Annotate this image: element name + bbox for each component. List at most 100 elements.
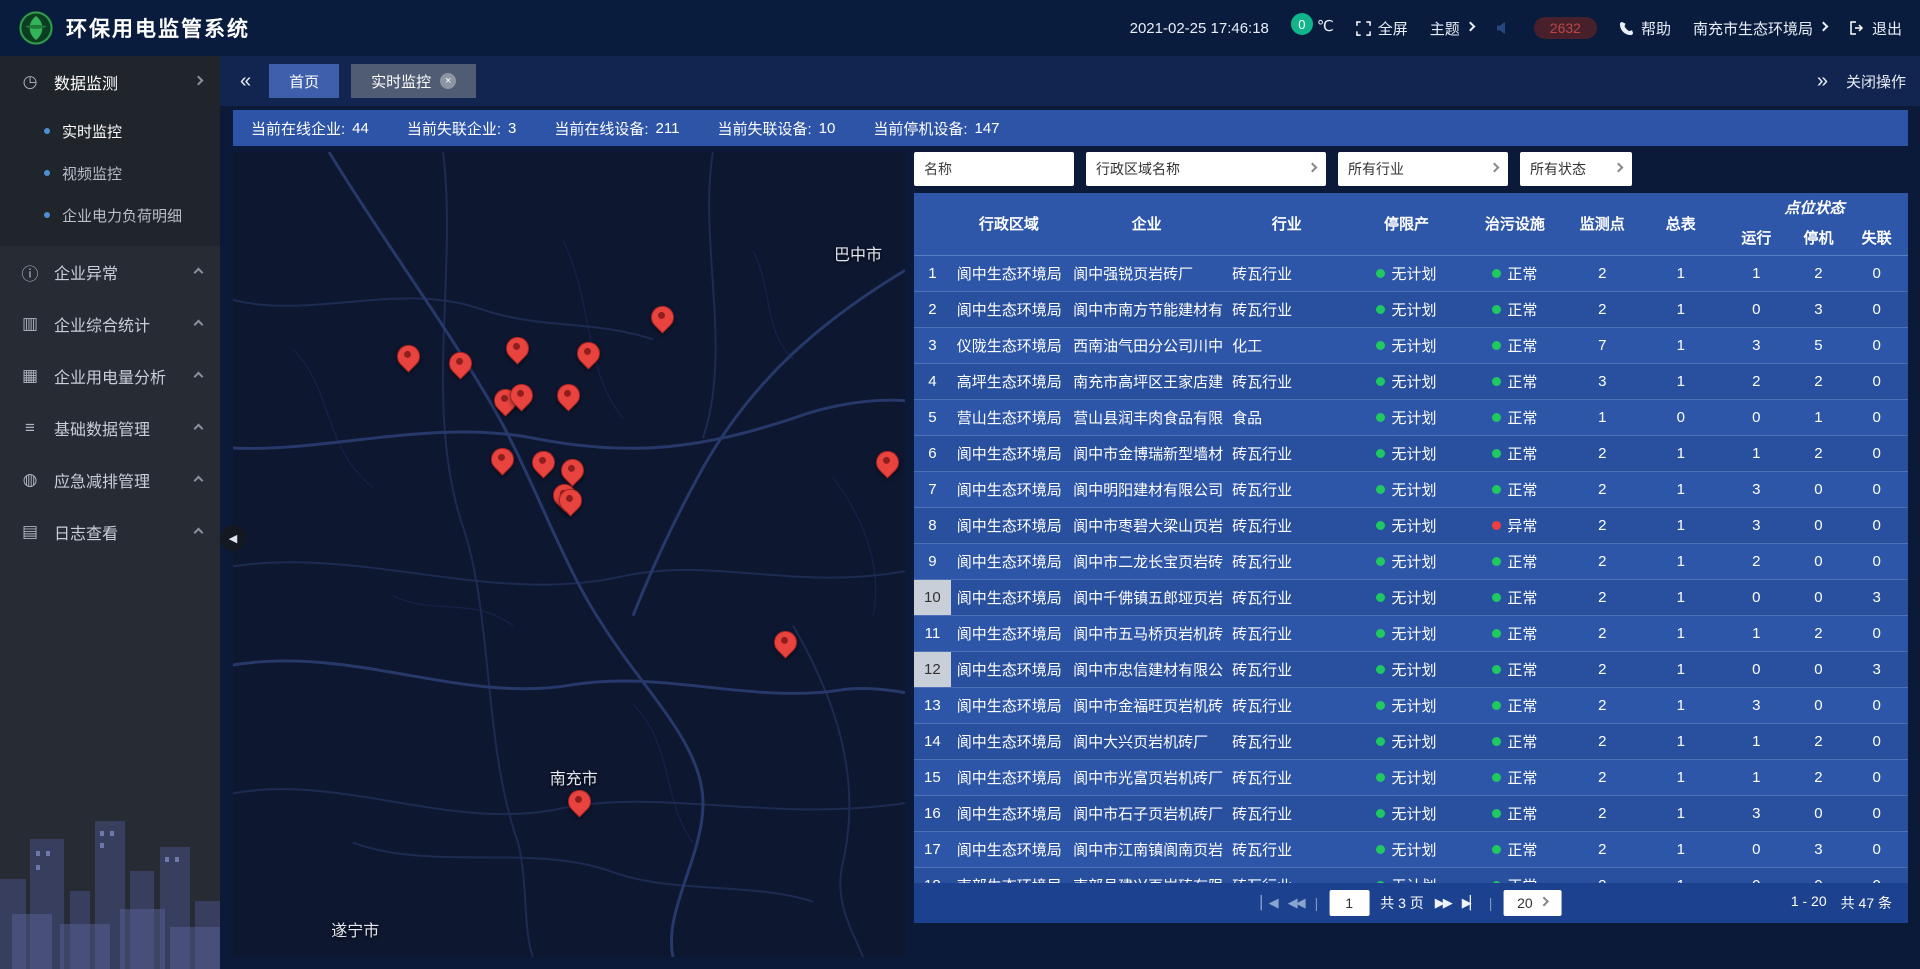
map-pin-icon[interactable] — [396, 344, 420, 368]
table-row[interactable]: 13阆中生态环境局阆中市金福旺页岩机砖砖瓦行业无计划正常21300 — [914, 687, 1908, 723]
table-row[interactable]: 5营山生态环境局营山县润丰肉食品有限食品无计划正常10010 — [914, 399, 1908, 435]
row-index: 7 — [914, 471, 951, 507]
chevron-left-icon — [194, 371, 204, 381]
cell-facility: 正常 — [1466, 687, 1564, 723]
cell-points: 2 — [1564, 507, 1641, 543]
region-select[interactable]: 行政区域名称 — [1086, 152, 1326, 186]
status-dot-green — [1376, 305, 1385, 314]
sidebar-subitem[interactable]: 企业电力负荷明细 — [0, 194, 220, 236]
cell-limit: 无计划 — [1347, 363, 1465, 399]
table-row[interactable]: 17阆中生态环境局阆中市江南镇阆南页岩砖瓦行业无计划正常21030 — [914, 831, 1908, 867]
chevron-down-icon — [1490, 162, 1500, 172]
tab-home[interactable]: 首页 — [269, 64, 339, 98]
map-pin-icon[interactable] — [576, 341, 600, 365]
table-row[interactable]: 1阆中生态环境局阆中强锐页岩砖厂砖瓦行业无计划正常21120 — [914, 255, 1908, 291]
sidebar-item[interactable]: ⓘ企业异常 — [0, 246, 220, 298]
page-size-select[interactable]: 20 — [1503, 890, 1561, 916]
table-row[interactable]: 15阆中生态环境局阆中市光富页岩机砖厂砖瓦行业无计划正常21120 — [914, 759, 1908, 795]
tab-close-icon[interactable]: × — [440, 73, 456, 89]
table-row[interactable]: 8阆中生态环境局阆中市枣碧大梁山页岩砖瓦行业无计划异常21300 — [914, 507, 1908, 543]
sidebar-item[interactable]: ◍应急减排管理 — [0, 454, 220, 506]
name-search-input[interactable] — [914, 152, 1074, 186]
map-pin-icon[interactable] — [773, 630, 797, 654]
theme-dropdown[interactable]: 主题 — [1430, 18, 1474, 39]
sidebar-item[interactable]: ▤日志查看 — [0, 506, 220, 558]
cell-region: 阆中生态环境局 — [951, 471, 1067, 507]
table-row[interactable]: 10阆中生态环境局阆中千佛镇五郎垭页岩砖瓦行业无计划正常21003 — [914, 579, 1908, 615]
collapse-map-icon[interactable]: ◀ — [220, 525, 246, 551]
cell-company: 阆中市金福旺页岩机砖 — [1067, 687, 1226, 723]
table-row[interactable]: 6阆中生态环境局阆中市金博瑞新型墙材砖瓦行业无计划正常21120 — [914, 435, 1908, 471]
cell-industry: 砖瓦行业 — [1226, 255, 1347, 291]
sidebar-item[interactable]: ◷数据监测 — [0, 56, 220, 108]
cell-limit: 无计划 — [1347, 435, 1465, 471]
cell-run: 3 — [1721, 327, 1792, 363]
table-row[interactable]: 12阆中生态环境局阆中市忠信建材有限公砖瓦行业无计划正常21003 — [914, 651, 1908, 687]
table-row[interactable]: 4高坪生态环境局南充市高坪区王家店建砖瓦行业无计划正常31220 — [914, 363, 1908, 399]
next-page-icon[interactable]: ▶▶ — [1435, 895, 1451, 911]
help-button[interactable]: 帮助 — [1619, 18, 1671, 39]
sound-button[interactable] — [1496, 21, 1512, 35]
map-pin-icon[interactable] — [558, 488, 582, 512]
city-skyline-decoration — [0, 769, 220, 969]
map-pin-icon[interactable] — [875, 449, 899, 473]
close-operations-button[interactable]: » 关闭操作 — [1811, 70, 1906, 93]
cell-industry: 砖瓦行业 — [1226, 723, 1347, 759]
cell-limit: 无计划 — [1347, 795, 1465, 831]
logout-button[interactable]: 退出 — [1849, 18, 1902, 39]
bullet-icon — [44, 212, 50, 218]
table-row[interactable]: 11阆中生态环境局阆中市五马桥页岩机砖砖瓦行业无计划正常21120 — [914, 615, 1908, 651]
cell-limit: 无计划 — [1347, 543, 1465, 579]
map-pin-icon[interactable] — [509, 383, 533, 407]
cell-stop: 0 — [1792, 687, 1846, 723]
map-pin-icon[interactable] — [650, 305, 674, 329]
table-row[interactable]: 7阆中生态环境局阆中明阳建材有限公司砖瓦行业无计划正常21300 — [914, 471, 1908, 507]
stat-item: 当前在线企业:44 — [251, 118, 369, 139]
right-panel: 行政区域名称 所有行业 所有状态 — [914, 152, 1908, 923]
cell-facility: 正常 — [1466, 255, 1564, 291]
map-roads-layer — [233, 152, 905, 957]
industry-select[interactable]: 所有行业 — [1338, 152, 1508, 186]
sidebar-subitem[interactable]: 视频监控 — [0, 152, 220, 194]
table-row[interactable]: 14阆中生态环境局阆中大兴页岩机砖厂砖瓦行业无计划正常21120 — [914, 723, 1908, 759]
map-pin-icon[interactable] — [448, 350, 472, 374]
map-pin-icon[interactable] — [567, 789, 591, 813]
cell-lost: 0 — [1845, 327, 1908, 363]
table-row[interactable]: 9阆中生态环境局阆中市二龙长宝页岩砖砖瓦行业无计划正常21200 — [914, 543, 1908, 579]
sidebar-item[interactable]: ▥企业综合统计 — [0, 298, 220, 350]
first-page-icon[interactable]: ▏◀ — [1261, 895, 1277, 911]
status-select[interactable]: 所有状态 — [1520, 152, 1632, 186]
sidebar-subitem[interactable]: 实时监控 — [0, 110, 220, 152]
cell-company: 南充市高坪区王家店建 — [1067, 363, 1226, 399]
map-city-label: 遂宁市 — [331, 917, 379, 941]
cell-points: 2 — [1564, 255, 1641, 291]
table-row[interactable]: 2阆中生态环境局阆中市南方节能建材有砖瓦行业无计划正常21030 — [914, 291, 1908, 327]
message-count-badge[interactable]: 2632 — [1534, 17, 1597, 39]
map-pin-icon[interactable] — [505, 336, 529, 360]
cell-lost: 0 — [1845, 723, 1908, 759]
table-row[interactable]: 3仪陇生态环境局西南油气田分公司川中化工无计划正常71350 — [914, 327, 1908, 363]
map-pin-icon[interactable] — [531, 449, 555, 473]
datetime-label: 2021-02-25 17:46:18 — [1130, 20, 1269, 37]
map-pin-icon[interactable] — [560, 458, 584, 482]
cell-stop: 0 — [1792, 651, 1846, 687]
last-page-icon[interactable]: ▶▏ — [1462, 895, 1478, 911]
sidebar-item[interactable]: ≡基础数据管理 — [0, 402, 220, 454]
tabs-scroll-left-icon[interactable]: « — [234, 70, 257, 93]
stat-item: 当前在线设备:211 — [554, 118, 679, 139]
map-pin-icon[interactable] — [556, 383, 580, 407]
sidebar-item[interactable]: ▦企业用电量分析 — [0, 350, 220, 402]
data-monitor-icon: ◷ — [18, 72, 42, 92]
org-dropdown[interactable]: 南充市生态环境局 — [1693, 18, 1827, 39]
map-canvas[interactable]: ◀ 巴中市南充市遂宁市 — [233, 152, 905, 957]
cell-region: 阆中生态环境局 — [951, 543, 1067, 579]
page-number-input[interactable]: 1 — [1329, 890, 1369, 916]
map-pin-icon[interactable] — [490, 447, 514, 471]
tab-realtime-monitor[interactable]: 实时监控 × — [351, 64, 476, 98]
prev-page-icon[interactable]: ◀◀ — [1288, 895, 1304, 911]
fullscreen-button[interactable]: 全屏 — [1356, 18, 1408, 39]
tabs-scroll-right-icon[interactable]: » — [1811, 70, 1834, 93]
table-row[interactable]: 16阆中生态环境局阆中市石子页岩机砖厂砖瓦行业无计划正常21300 — [914, 795, 1908, 831]
table-row[interactable]: 18南部生态环境局南部县建兴页岩砖有限砖瓦行业无计划正常21000 — [914, 867, 1908, 883]
cell-facility: 异常 — [1466, 507, 1564, 543]
